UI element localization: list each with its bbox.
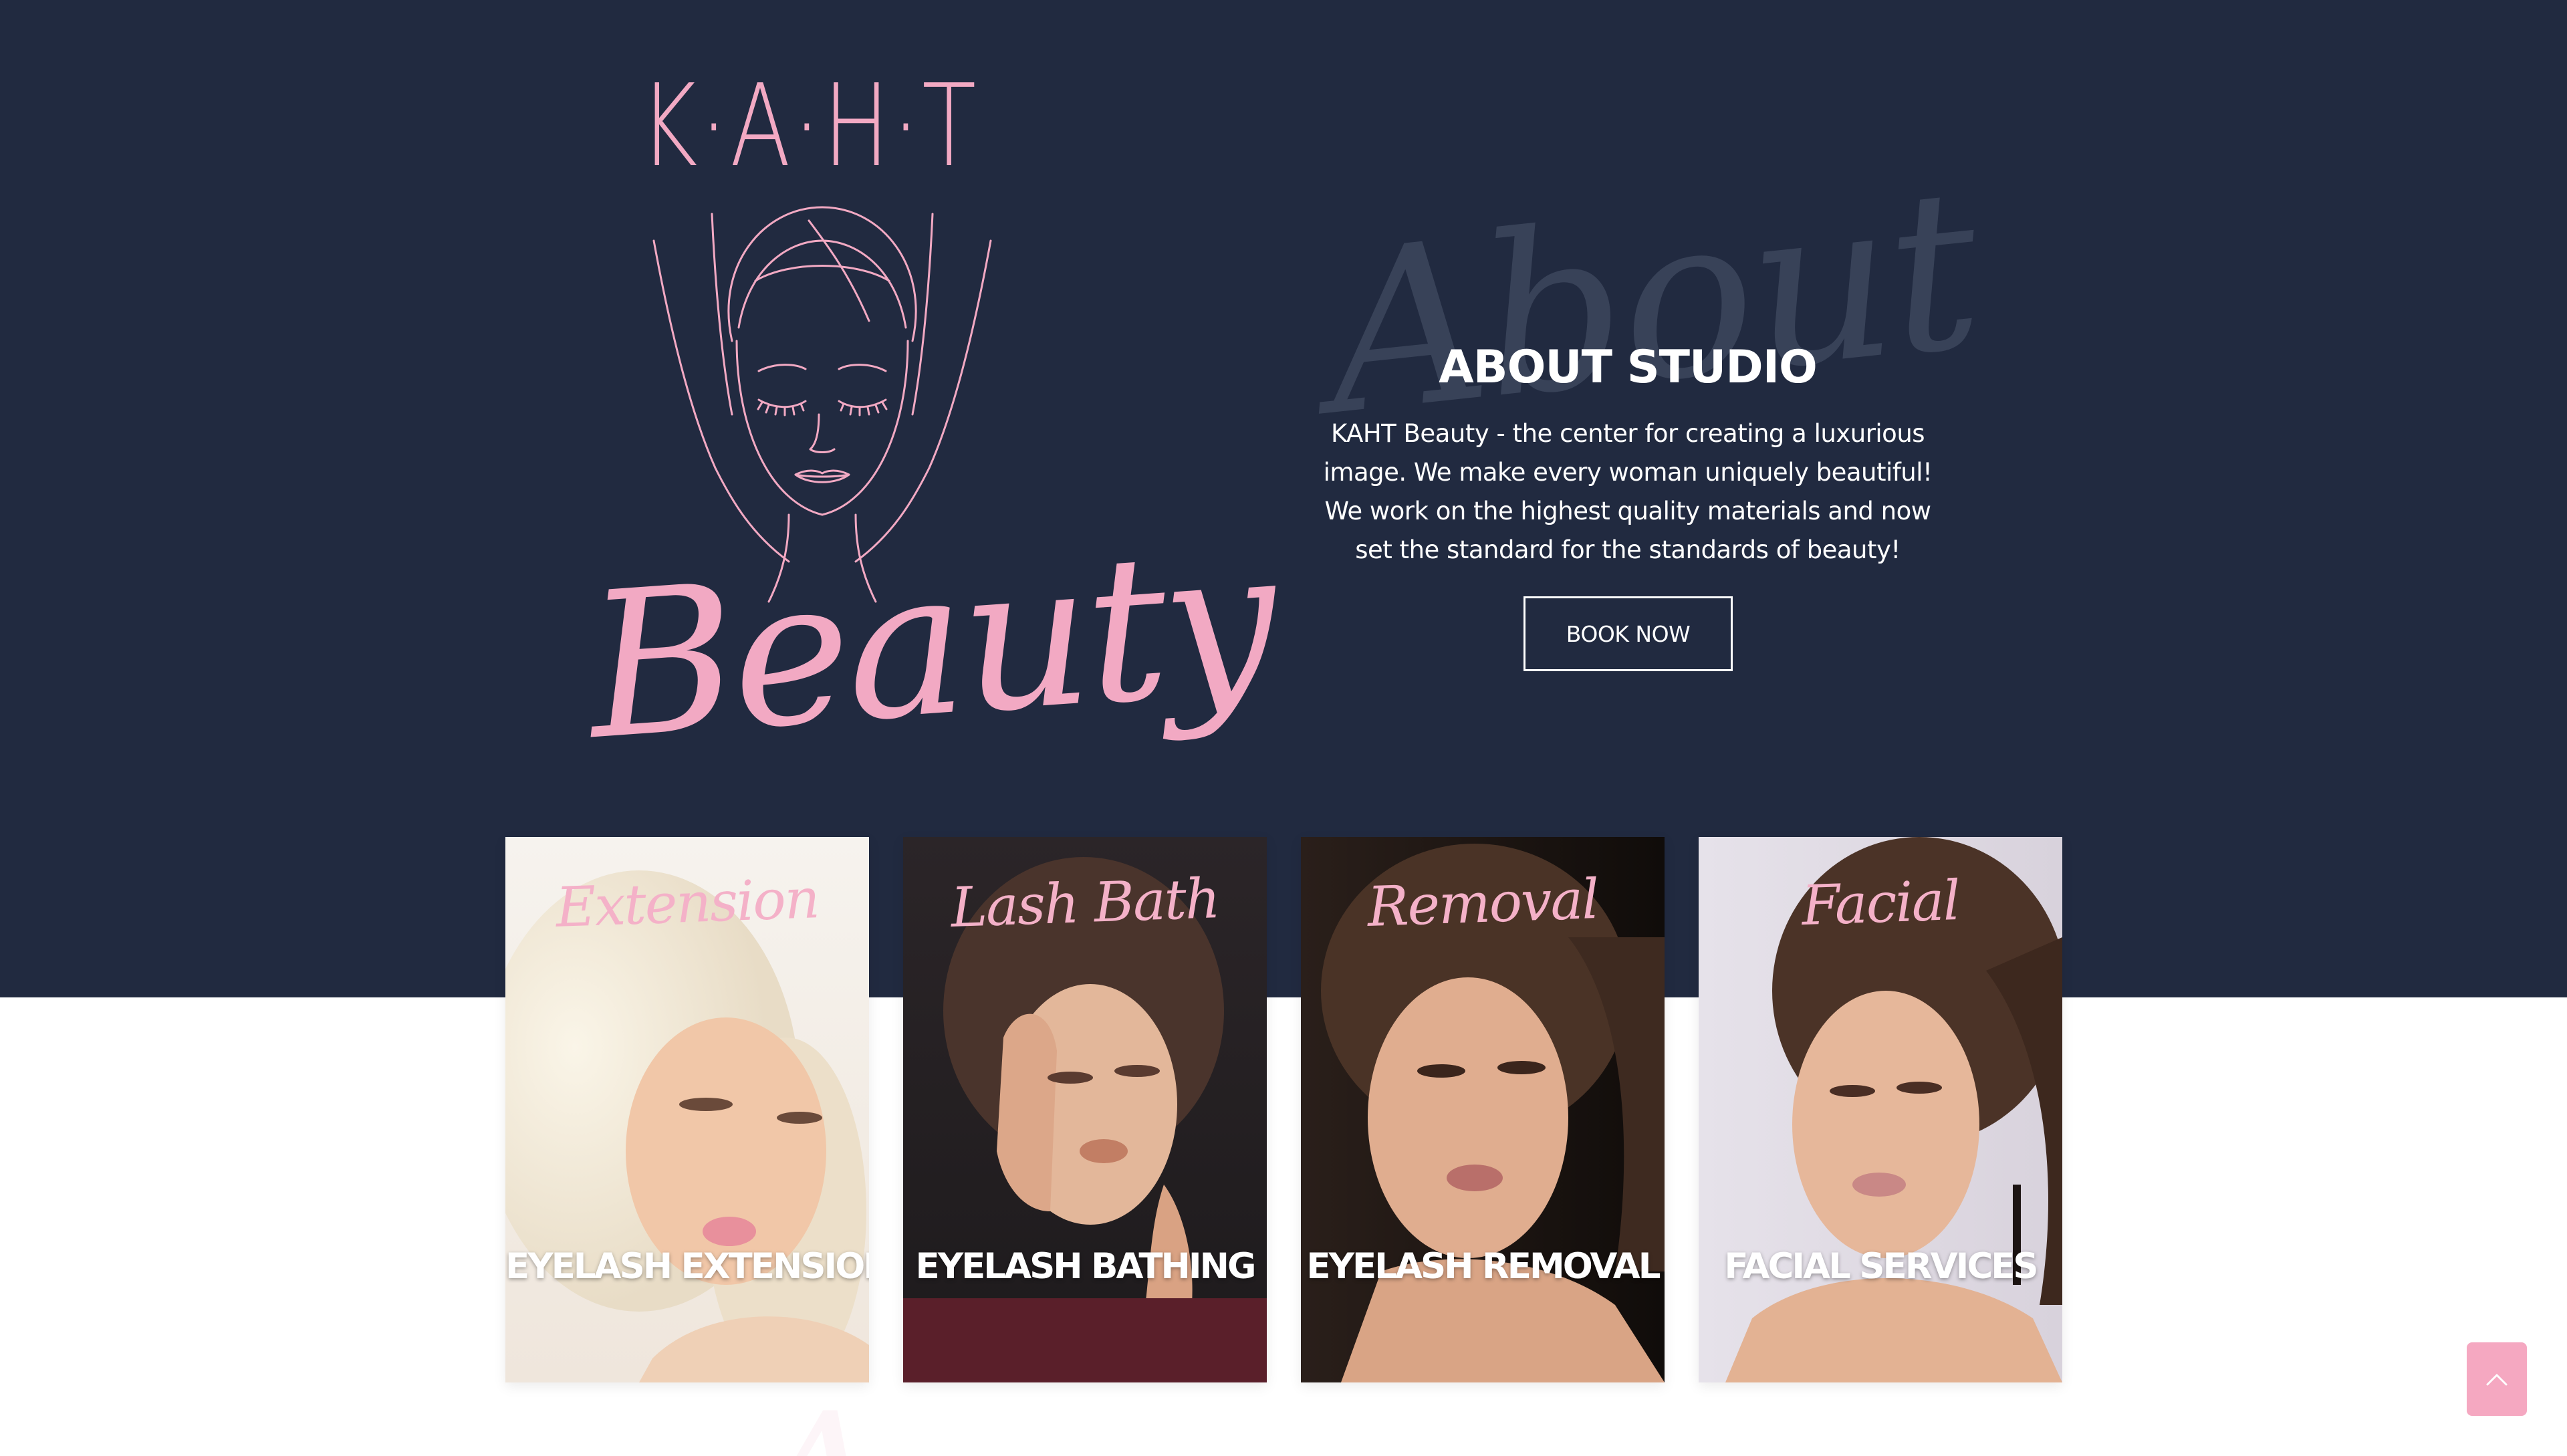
service-script-title: Extension <box>555 867 820 940</box>
logo-wordmark: K·A·H·T <box>639 60 979 193</box>
about-section: About ABOUT STUDIO KAHT Beauty - the cen… <box>1290 140 1988 675</box>
section-watermark: A <box>755 1390 1023 1456</box>
service-script-title: Removal <box>1366 868 1599 939</box>
scroll-to-top-button[interactable] <box>2467 1342 2527 1416</box>
service-card-removal[interactable]: Removal EYELASH REMOVAL <box>1301 837 1665 1382</box>
service-script-title: Facial <box>1800 868 1961 939</box>
service-card-facial[interactable]: Facial FACIAL SERVICES <box>1699 837 2062 1382</box>
service-card-extension[interactable]: Extension EYELASH EXTENSION <box>505 837 869 1382</box>
logo-script: Beauty <box>580 503 1280 784</box>
book-now-button[interactable]: BOOK NOW <box>1523 596 1733 671</box>
service-label: FACIAL SERVICES <box>1724 1246 2038 1287</box>
service-label: EYELASH EXTENSION <box>505 1246 869 1287</box>
chevron-up-icon <box>2486 1374 2508 1386</box>
about-description: KAHT Beauty - the center for creating a … <box>1323 419 1933 564</box>
brand-logo[interactable]: K·A·H·T Beauty <box>581 60 1280 802</box>
service-card-lash-bath[interactable]: Lash Bath EYELASH BATHING <box>903 837 1267 1382</box>
about-title: ABOUT STUDIO <box>1439 341 1818 394</box>
services-grid: Extension EYELASH EXTENSION Lash Bath EY… <box>505 837 2063 1382</box>
service-script-title: Lash Bath <box>949 867 1221 940</box>
service-label: EYELASH REMOVAL <box>1306 1246 1661 1287</box>
service-label: EYELASH BATHING <box>915 1246 1257 1287</box>
